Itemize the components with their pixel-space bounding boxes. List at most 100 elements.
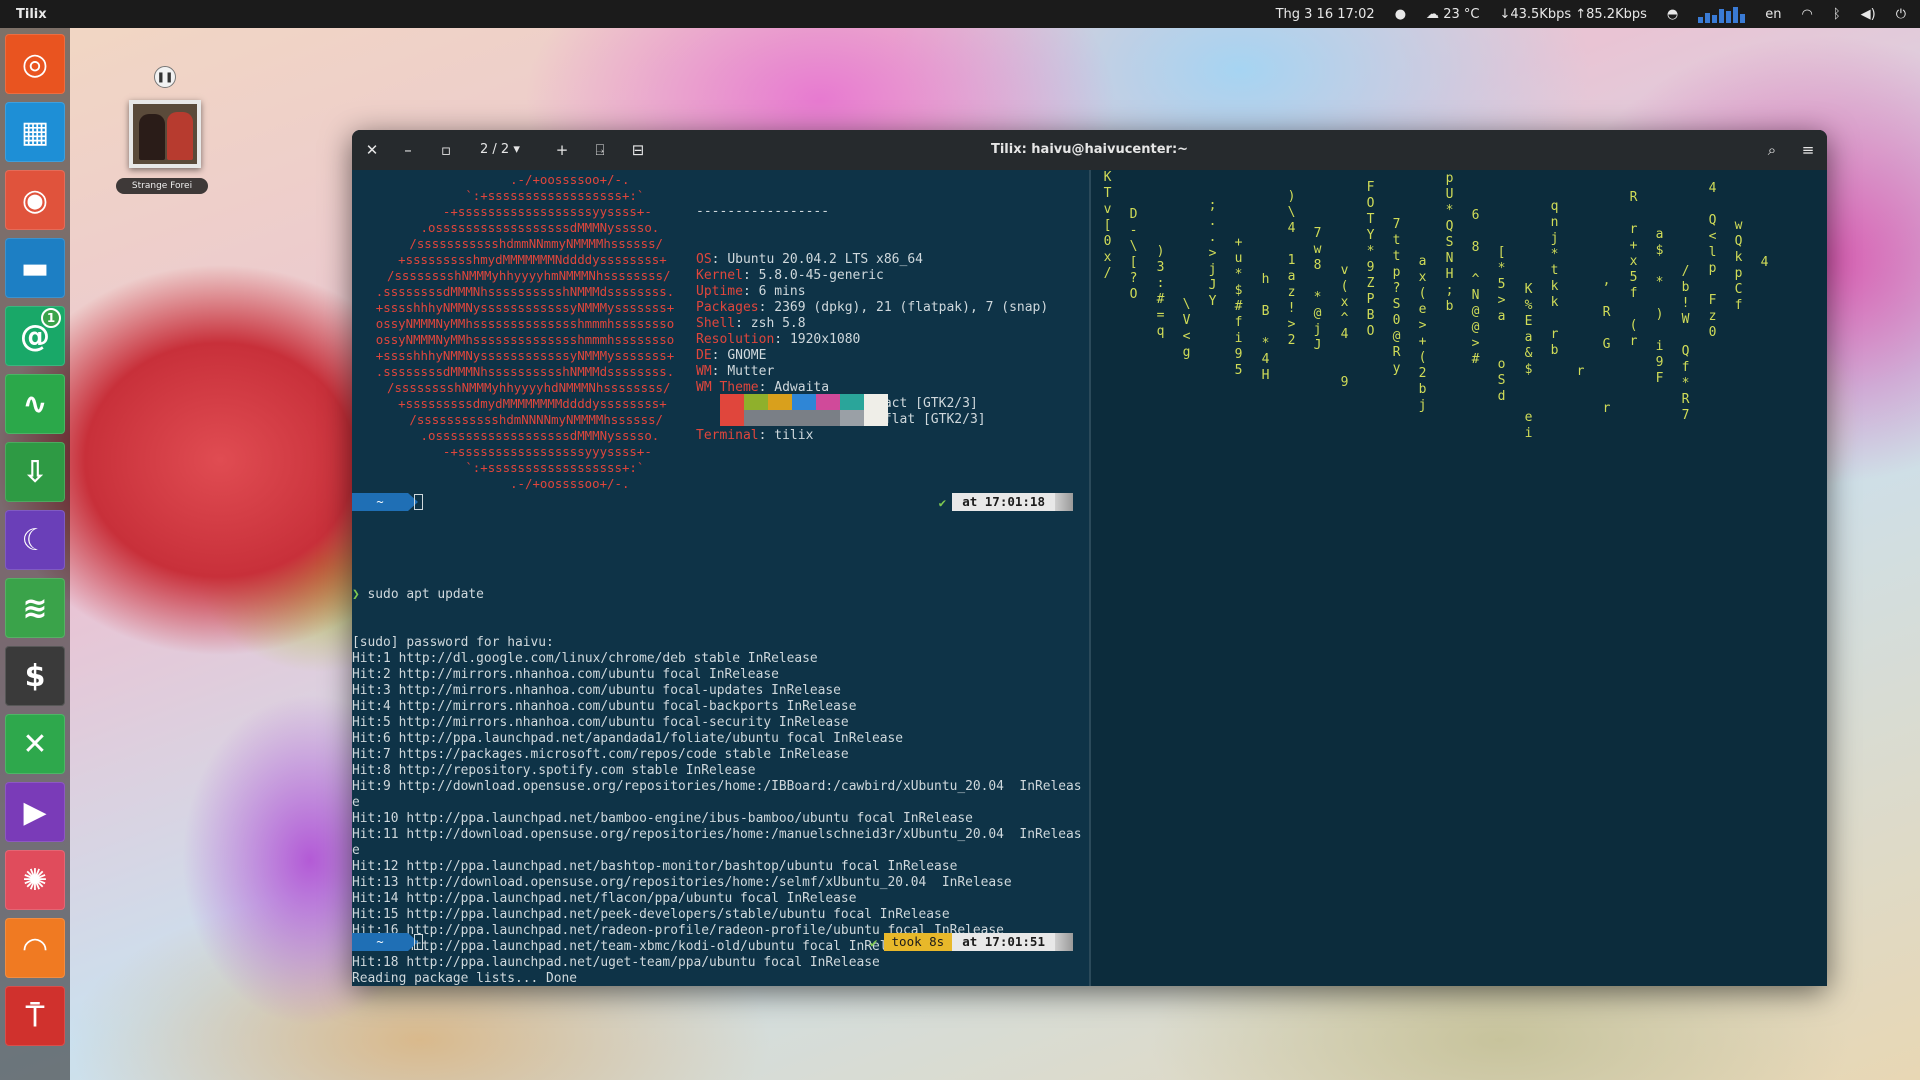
success-check-icon: ✔ <box>869 934 878 950</box>
matrix-column: R r + x 5 f ( r <box>1629 190 1638 349</box>
maximize-icon[interactable]: ▫ <box>434 138 458 162</box>
session-switcher[interactable]: 2 / 2 ▾ <box>480 140 520 160</box>
output-line: Hit:14 http://ppa.launchpad.net/flacon/p… <box>352 891 857 906</box>
launcher-item-crossover[interactable]: ✕ <box>5 714 65 774</box>
info-value: 1920x1080 <box>789 332 861 347</box>
pause-icon[interactable]: ❚❚ <box>154 66 176 88</box>
color-swatch <box>696 394 720 410</box>
indicator-app-icon[interactable]: ◓ <box>1667 7 1678 22</box>
titlebar[interactable]: Tilix: haivu@haivucenter:~ ✕ – ▫ 2 / 2 ▾… <box>352 130 1827 170</box>
launcher-item-workspace-switcher[interactable]: ▦ <box>5 102 65 162</box>
net-speed-indicator[interactable]: ↓43.5Kbps ↑85.2Kbps <box>1499 7 1646 22</box>
add-session-icon[interactable]: + <box>550 138 574 162</box>
ascii-line: +ssssssssshmydMMMMMMMNddddyssssssss+ <box>383 252 667 267</box>
color-swatch <box>840 410 864 426</box>
bluetooth-icon[interactable]: ᛒ <box>1833 7 1841 22</box>
launcher-item-rss-reader[interactable]: ◠ <box>5 918 65 978</box>
cursor <box>414 934 423 950</box>
command-arrow: ❯ <box>352 587 360 602</box>
launcher-item-app-shutter[interactable]: ✺ <box>5 850 65 910</box>
split-terminal-icon[interactable]: ⍈ <box>588 138 612 162</box>
launcher-item-chrome[interactable]: ◉ <box>5 170 65 230</box>
output-line: Hit:8 http://repository.spotify.com stab… <box>352 763 756 778</box>
launcher-item-software-updater[interactable]: ⇩ <box>5 442 65 502</box>
info-key: WM Theme <box>696 380 759 395</box>
launcher-item-system-monitor[interactable]: ∿ <box>5 374 65 434</box>
power-icon[interactable]: ⏻ <box>1896 7 1906 22</box>
terminal-pane-left[interactable]: .-/+oossssoo+/-. `:+ssssssssssssssssss+:… <box>352 170 1089 986</box>
matrix-column: \ V < g <box>1182 297 1191 360</box>
widget-photo <box>129 100 201 168</box>
notification-dot-icon[interactable]: ● <box>1395 7 1406 22</box>
launcher-item-media-player[interactable]: ▶ <box>5 782 65 842</box>
cloud-icon: ☁ <box>1426 6 1440 22</box>
active-app-name[interactable]: Tilix <box>0 7 47 22</box>
notification-badge: 1 <box>41 308 61 328</box>
ubuntu-dash-icon: ◎ <box>21 46 49 82</box>
menu-icon[interactable]: ≡ <box>1796 138 1820 162</box>
sync-input-icon[interactable]: ⊟ <box>626 138 650 162</box>
app-shutter-icon: ✺ <box>22 862 48 898</box>
prompt-tail <box>1055 933 1073 951</box>
info-row: Resolution: 1920x1080 <box>696 332 1086 348</box>
neofetch-ascii-logo: .-/+oossssoo+/-. `:+ssssssssssssssssss+:… <box>360 172 690 492</box>
system-load-graph[interactable] <box>1698 5 1746 23</box>
output-line: Hit:15 http://ppa.launchpad.net/peek-dev… <box>352 907 950 922</box>
ascii-line: -+sssssssssssssssssyyyssss+- <box>398 444 652 459</box>
color-swatch <box>840 394 864 410</box>
ascii-line: ossyNMMMNyMMhsssssssssssssshmmmhssssssso <box>375 332 675 347</box>
matrix-column: 7 t t p ? S 0 @ R y <box>1392 217 1401 376</box>
app-purple-icon: ☾ <box>21 522 49 558</box>
wifi-icon[interactable]: ◠ <box>1801 7 1812 22</box>
chevron-down-icon: ▾ <box>513 142 520 157</box>
color-swatch <box>744 394 768 410</box>
info-row: Uptime: 6 mins <box>696 284 1086 300</box>
clock[interactable]: Thg 3 16 17:02 <box>1276 7 1375 22</box>
prompt-time: at 17:01:51 <box>952 933 1055 951</box>
software-updater-icon: ⇩ <box>22 454 48 490</box>
info-row: Packages: 2369 (dpkg), 21 (flatpak), 7 (… <box>696 300 1086 316</box>
ascii-line: -+ssssssssssssssssssyyssss+- <box>398 204 652 219</box>
output-line: Hit:1 http://dl.google.com/linux/chrome/… <box>352 651 818 666</box>
prompt-status: ✔ took 8s at 17:01:51 <box>864 933 1073 951</box>
info-value: Adwaita <box>774 380 830 395</box>
terminal-pane-right-matrix[interactable]: K T v [ 0 x / D - \ [ ? O ) 3 : # = q \ … <box>1091 170 1827 986</box>
close-icon[interactable]: ✕ <box>360 138 384 162</box>
info-key: Kernel <box>696 268 743 283</box>
ascii-line: /sssssssshNMMMyhhyyyyhmNMMMNhssssssss/ <box>379 268 671 283</box>
color-swatch <box>696 410 720 426</box>
keyboard-language[interactable]: en <box>1765 7 1781 22</box>
matrix-column: a $ * ) i 9 F <box>1655 227 1664 386</box>
color-swatch <box>768 394 792 410</box>
launcher-item-app-purple[interactable]: ☾ <box>5 510 65 570</box>
photo-widget[interactable]: ❚❚ Strange Forei <box>116 66 208 196</box>
minimize-icon[interactable]: – <box>396 138 420 162</box>
color-swatch <box>720 394 744 410</box>
info-sep: : <box>711 252 728 267</box>
tilix-window: Tilix: haivu@haivucenter:~ ✕ – ▫ 2 / 2 ▾… <box>352 130 1827 986</box>
files-icon: ▬ <box>20 250 50 286</box>
matrix-column: 4 Q < l p F z 0 <box>1708 181 1717 340</box>
matrix-column: h B * 4 H <box>1261 272 1270 383</box>
prompt-line-2: ~ ✔ took 8s at 17:01:51 <box>352 933 1089 951</box>
apt-output: ❯ sudo apt update [sudo] password for ha… <box>352 555 1089 986</box>
cursor <box>414 494 423 510</box>
success-check-icon: ✔ <box>938 494 947 510</box>
search-icon[interactable]: ⌕ <box>1760 138 1784 162</box>
output-line: Hit:2 http://mirrors.nhanhoa.com/ubuntu … <box>352 667 779 682</box>
weather-indicator[interactable]: ☁ 23 °C <box>1426 7 1479 22</box>
info-value: 5.8.0-45-generic <box>758 268 884 283</box>
launcher-item-ubuntu-dash[interactable]: ◎ <box>5 34 65 94</box>
color-swatches <box>696 394 888 426</box>
output-line: Hit:6 http://ppa.launchpad.net/apandada1… <box>352 731 904 746</box>
launcher-item-telegram-or-chat[interactable]: @1 <box>5 306 65 366</box>
info-key: Terminal <box>696 428 759 443</box>
launcher-item-files[interactable]: ▬ <box>5 238 65 298</box>
output-line: Hit:4 http://mirrors.nhanhoa.com/ubuntu … <box>352 699 857 714</box>
volume-icon[interactable]: ◀) <box>1861 7 1876 22</box>
launcher-item-wifi-app[interactable]: ≋ <box>5 578 65 638</box>
launcher-item-terminal[interactable]: $ <box>5 646 65 706</box>
info-value: GNOME <box>727 348 767 363</box>
color-swatch <box>792 394 816 410</box>
launcher-item-app-red[interactable]: ⍑ <box>5 986 65 1046</box>
